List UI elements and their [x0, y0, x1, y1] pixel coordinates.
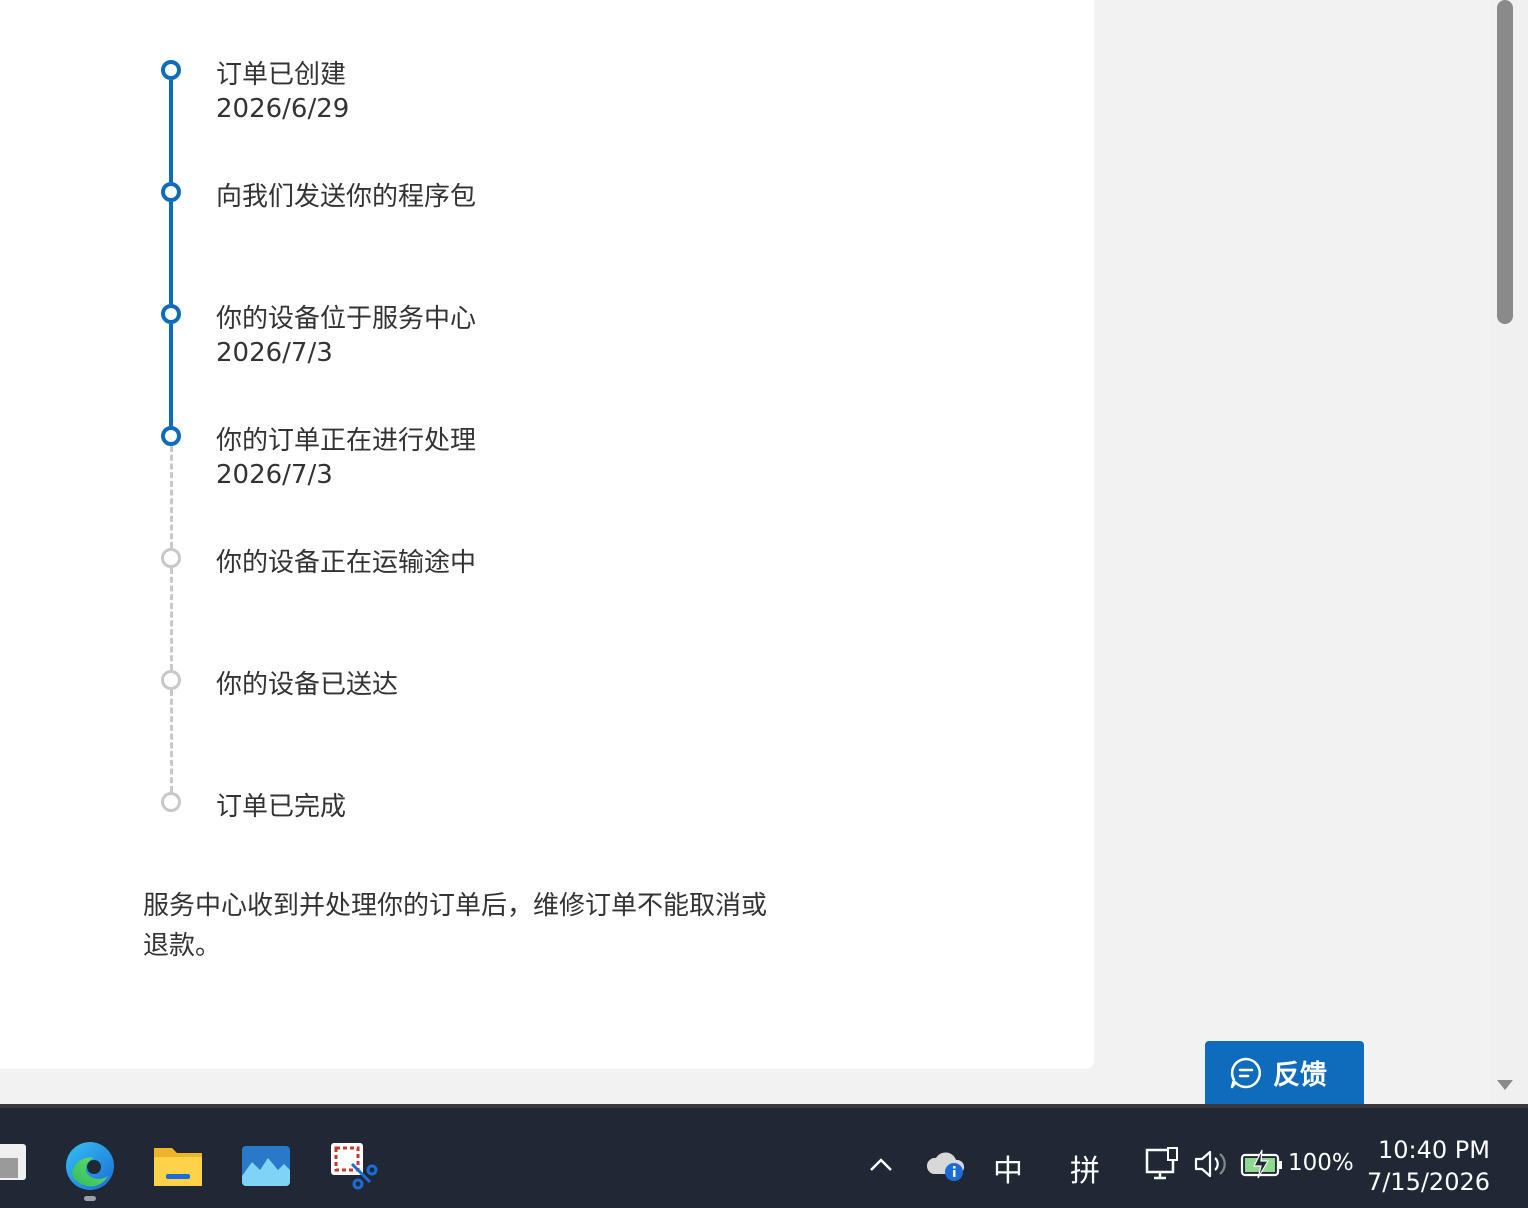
step-date: 2026/7/3	[216, 460, 333, 490]
photos-app-icon[interactable]	[240, 1140, 292, 1192]
step-done-marker	[161, 426, 181, 446]
feedback-label: 反馈	[1273, 1060, 1327, 1091]
step-date: 2026/7/3	[216, 338, 333, 368]
browser-viewport: 订单已创建 2026/6/29 向我们发送你的程序包 你的设备位于服务中心 20…	[0, 0, 1528, 1104]
step-title: 订单已完成	[216, 792, 347, 822]
step-title: 你的设备已送达	[216, 670, 399, 700]
step-title: 你的设备位于服务中心	[216, 304, 477, 334]
timeline-connector-pending	[170, 568, 173, 670]
step-title: 你的订单正在进行处理	[216, 426, 477, 456]
active-app-indicator	[84, 1196, 96, 1201]
step-title: 订单已创建	[216, 60, 347, 90]
scrollbar-thumb[interactable]	[1497, 0, 1513, 324]
step-title: 向我们发送你的程序包	[216, 182, 477, 212]
cancellation-note: 服务中心收到并处理你的订单后，维修订单不能取消或退款。	[143, 891, 768, 961]
ime-pinyin-indicator[interactable]: 拼	[1070, 1146, 1100, 1190]
step-done-marker	[161, 182, 181, 202]
clock-date: 7/15/2026	[1366, 1168, 1490, 1196]
step-done-marker	[161, 60, 181, 80]
step-title: 你的设备正在运输途中	[216, 548, 477, 578]
battery-percent[interactable]: 100%	[1288, 1150, 1354, 1176]
taskbar-clock[interactable]: 10:40 PM 7/15/2026	[1367, 1134, 1490, 1198]
step-date: 2026/6/29	[216, 94, 350, 124]
order-status-card: 订单已创建 2026/6/29 向我们发送你的程序包 你的设备位于服务中心 20…	[0, 0, 1094, 1069]
volume-icon[interactable]	[1192, 1146, 1228, 1182]
feedback-button[interactable]: 反馈	[1205, 1041, 1364, 1104]
battery-charging-icon[interactable]	[1240, 1148, 1284, 1180]
step-pending-marker	[161, 548, 181, 568]
timeline-connector	[169, 80, 173, 182]
timeline-connector	[169, 324, 173, 426]
timeline-connector-pending	[170, 690, 173, 792]
clock-time: 10:40 PM	[1378, 1136, 1490, 1164]
page-scrollbar[interactable]	[1491, 0, 1528, 1104]
ime-mode-indicator[interactable]: 中	[993, 1146, 1023, 1190]
edge-browser-icon[interactable]	[64, 1140, 116, 1192]
taskbar: 中 拼 100% 10:40 PM 7/15/2026	[0, 1104, 1528, 1208]
onedrive-cloud-icon[interactable]	[926, 1146, 966, 1182]
timeline-connector-pending	[170, 446, 173, 548]
chat-bubble-icon	[1230, 1057, 1262, 1088]
file-explorer-icon[interactable]	[152, 1140, 204, 1192]
chevron-up-icon[interactable]	[866, 1150, 896, 1180]
step-pending-marker	[161, 792, 181, 812]
step-done-marker	[161, 304, 181, 324]
timeline-connector	[169, 202, 173, 304]
app-icon-partial[interactable]	[0, 1144, 26, 1180]
snipping-tool-icon[interactable]	[328, 1140, 380, 1192]
step-pending-marker	[161, 670, 181, 690]
network-icon[interactable]	[1144, 1146, 1180, 1182]
scroll-down-arrow-icon[interactable]	[1497, 1080, 1513, 1090]
